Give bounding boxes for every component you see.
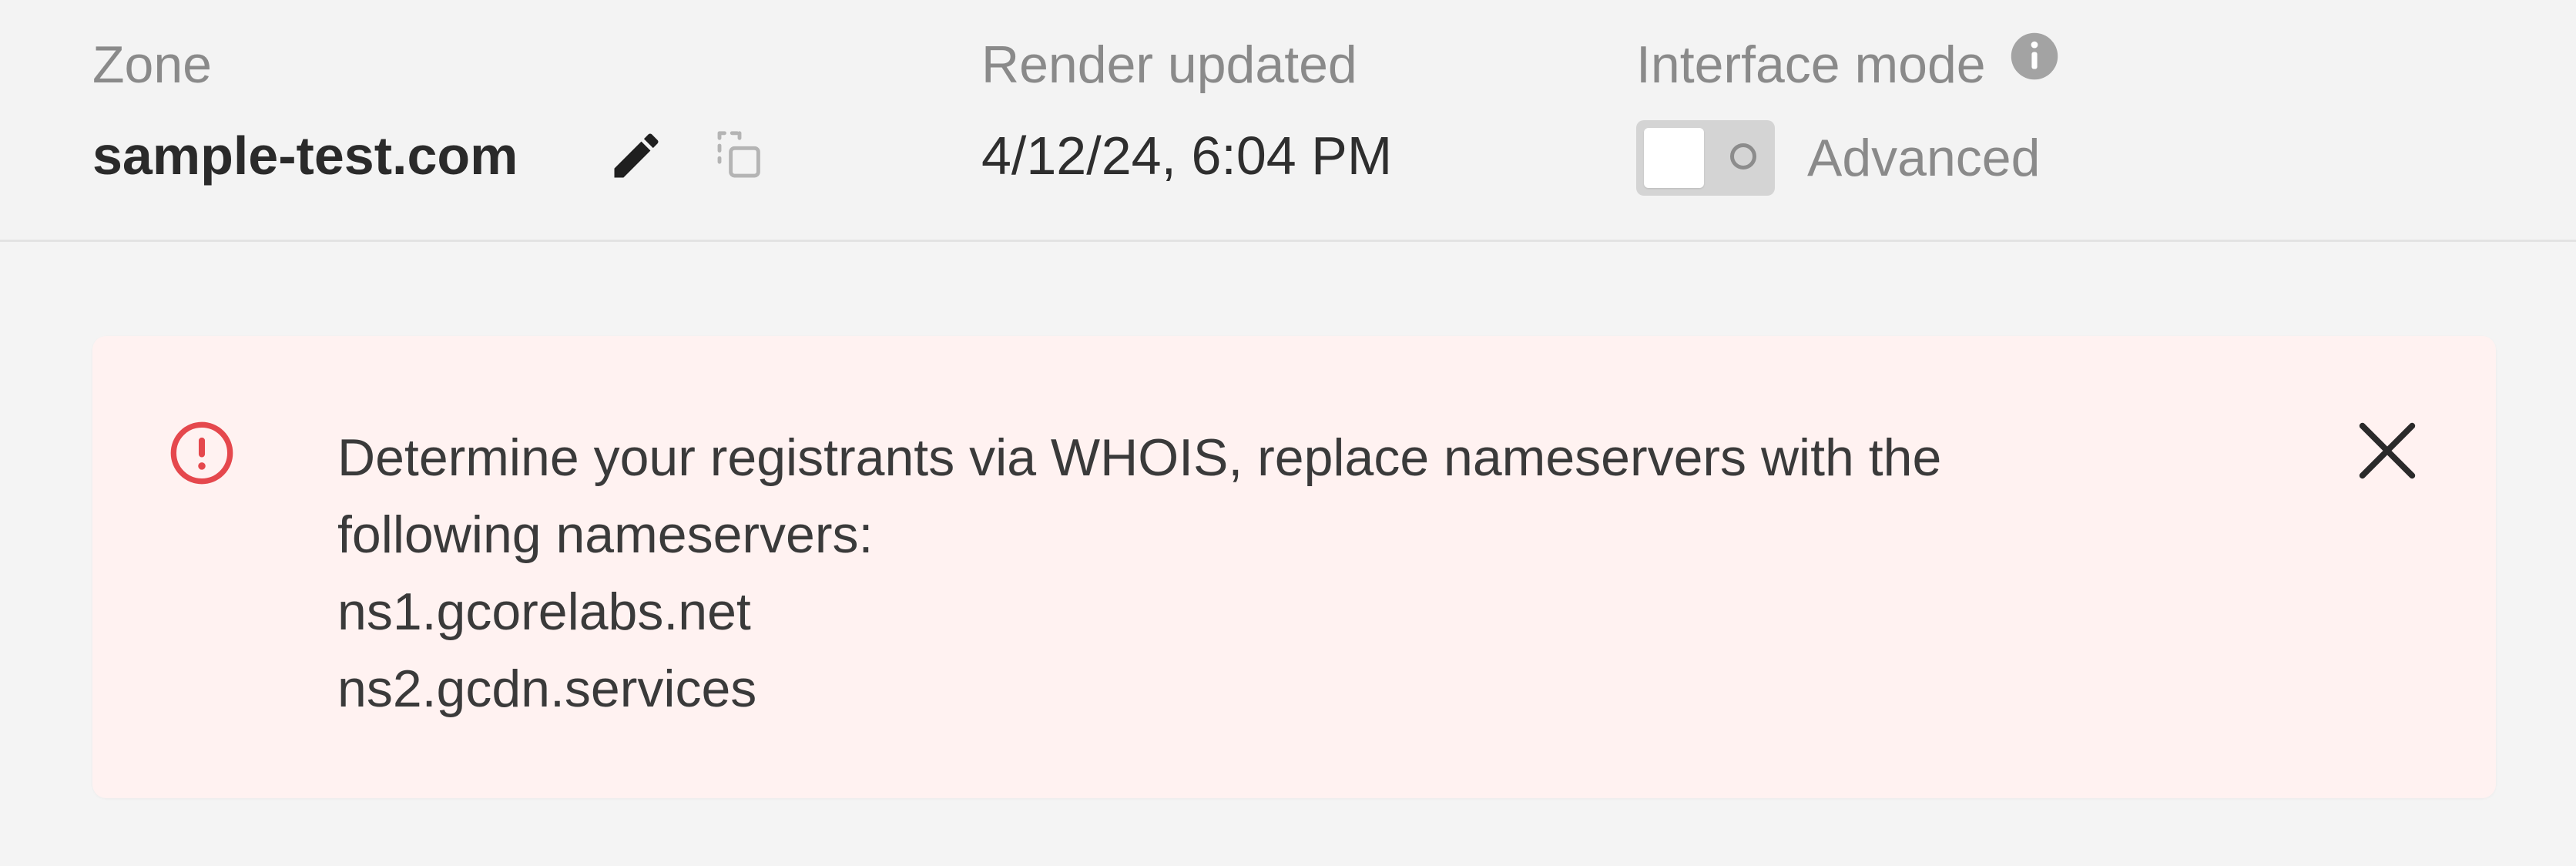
nameserver-alert: Determine your registrants via WHOIS, re…	[92, 336, 2496, 798]
interface-mode-control: Advanced	[1636, 120, 2040, 196]
toggle-knob	[1644, 128, 1704, 188]
alert-message: Determine your registrants via WHOIS, re…	[337, 419, 2263, 727]
zone-name: sample-test.com	[92, 126, 518, 186]
zone-page: Zone sample-test.com Render updated 4/12…	[0, 0, 2576, 866]
exclamation-circle-icon	[170, 421, 233, 485]
interface-mode-heading: Interface mode	[1636, 31, 2060, 96]
toggle-off-indicator-icon	[1730, 143, 1756, 170]
interface-mode-field: Interface mode Advanced	[1636, 31, 2060, 196]
interface-mode-label: Interface mode	[1636, 35, 1986, 94]
zone-header: Zone sample-test.com Render updated 4/12…	[0, 0, 2576, 242]
zone-label: Zone	[92, 35, 212, 94]
zone-field: Zone sample-test.com	[92, 34, 518, 186]
render-updated-field: Render updated 4/12/24, 6:04 PM	[981, 34, 1392, 186]
pencil-icon	[614, 133, 659, 178]
edit-zone-button[interactable]	[605, 125, 667, 186]
info-icon[interactable]	[2009, 31, 2060, 82]
advanced-mode-label: Advanced	[1807, 129, 2041, 187]
close-alert-button[interactable]	[2345, 408, 2430, 493]
render-updated-value: 4/12/24, 6:04 PM	[981, 126, 1393, 186]
close-icon	[2359, 422, 2416, 479]
nameserver-2: ns2.gcdn.services	[337, 660, 757, 718]
copy-zone-button[interactable]	[709, 125, 770, 186]
alert-message-line: following nameservers:	[337, 505, 874, 564]
nameserver-1: ns1.gcorelabs.net	[337, 582, 751, 641]
copy-icon	[717, 131, 760, 178]
alert-message-line: Determine your registrants via WHOIS, re…	[337, 428, 1942, 487]
render-updated-label: Render updated	[981, 35, 1357, 94]
advanced-mode-toggle[interactable]	[1636, 120, 1775, 196]
